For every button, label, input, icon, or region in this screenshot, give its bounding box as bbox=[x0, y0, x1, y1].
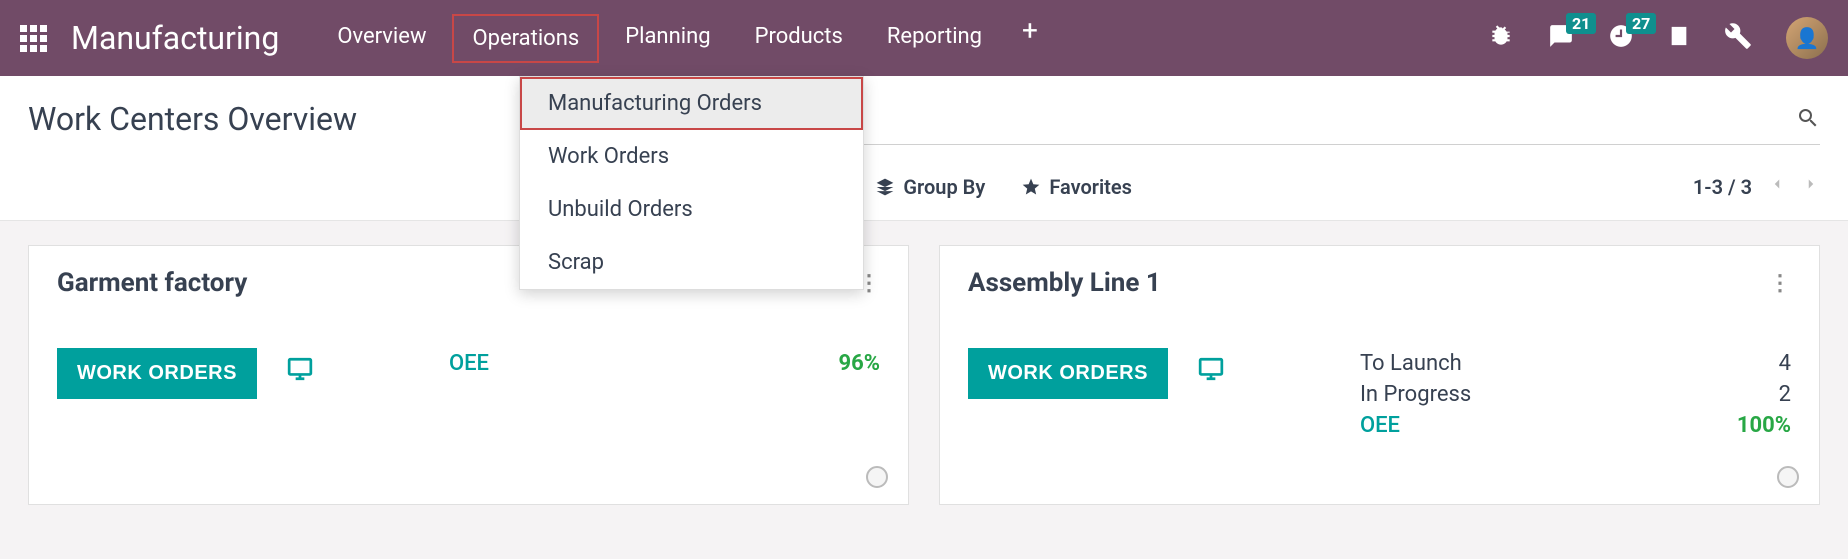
pager: 1-3 / 3 bbox=[1693, 173, 1820, 200]
operations-dropdown: Manufacturing Orders Work Orders Unbuild… bbox=[519, 76, 864, 290]
nav-operations[interactable]: Operations bbox=[452, 14, 599, 63]
top-navbar: Manufacturing Overview Operations Planni… bbox=[0, 0, 1848, 76]
dropdown-unbuild-orders[interactable]: Unbuild Orders bbox=[520, 183, 863, 236]
dropdown-work-orders[interactable]: Work Orders bbox=[520, 130, 863, 183]
stat-value: 4 bbox=[1779, 351, 1791, 376]
messages-icon[interactable]: 21 bbox=[1548, 23, 1574, 53]
pager-prev[interactable] bbox=[1768, 173, 1786, 200]
dropdown-scrap[interactable]: Scrap bbox=[520, 236, 863, 289]
pager-next[interactable] bbox=[1802, 173, 1820, 200]
filter-row: Filters Group By Favorites 1-3 / 3 bbox=[757, 173, 1820, 200]
search-box bbox=[757, 100, 1820, 145]
card-menu-icon[interactable]: ⋮ bbox=[1769, 271, 1791, 296]
building-icon[interactable] bbox=[1668, 23, 1690, 53]
groupby-button[interactable]: Group By bbox=[875, 175, 985, 199]
workcenter-card: Assembly Line 1 ⋮ WORK ORDERS To Launch … bbox=[939, 245, 1820, 505]
control-panel: Work Centers Overview Manufacturing Orde… bbox=[0, 76, 1848, 220]
card-title: Garment factory bbox=[57, 268, 247, 298]
work-orders-button[interactable]: WORK ORDERS bbox=[57, 348, 257, 399]
stat-label: In Progress bbox=[1360, 382, 1471, 407]
dropdown-manufacturing-orders[interactable]: Manufacturing Orders bbox=[520, 77, 863, 130]
nav-products[interactable]: Products bbox=[737, 14, 861, 63]
favorites-label: Favorites bbox=[1049, 175, 1132, 199]
tools-icon[interactable] bbox=[1724, 22, 1752, 54]
groupby-label: Group By bbox=[903, 175, 985, 199]
user-avatar[interactable]: 👤 bbox=[1786, 17, 1828, 59]
kanban-area: Garment factory ⋮ WORK ORDERS OEE 96% As… bbox=[0, 220, 1848, 529]
search-icon[interactable] bbox=[1796, 106, 1820, 134]
card-title: Assembly Line 1 bbox=[968, 268, 1161, 298]
monitor-icon[interactable] bbox=[285, 356, 315, 386]
stat-value: 2 bbox=[1779, 382, 1791, 407]
nav-overview[interactable]: Overview bbox=[319, 14, 444, 63]
bug-icon[interactable] bbox=[1488, 23, 1514, 53]
nav-add-button[interactable]: + bbox=[1008, 14, 1052, 63]
topbar-right-icons: 21 27 👤 bbox=[1488, 17, 1828, 59]
card-stats: OEE 96% bbox=[449, 348, 880, 379]
oee-value: 96% bbox=[838, 351, 880, 376]
search-input[interactable] bbox=[757, 107, 1796, 133]
status-dot[interactable] bbox=[1777, 466, 1799, 488]
apps-icon[interactable] bbox=[20, 25, 47, 52]
card-stats: To Launch 4 In Progress 2 OEE 100% bbox=[1360, 348, 1791, 441]
favorites-button[interactable]: Favorites bbox=[1021, 175, 1132, 199]
work-orders-button[interactable]: WORK ORDERS bbox=[968, 348, 1168, 399]
app-name[interactable]: Manufacturing bbox=[71, 19, 279, 57]
nav-links: Overview Operations Planning Products Re… bbox=[319, 14, 1052, 63]
oee-value: 100% bbox=[1737, 413, 1791, 438]
page-title: Work Centers Overview bbox=[28, 100, 357, 138]
monitor-icon[interactable] bbox=[1196, 356, 1226, 386]
pager-text: 1-3 / 3 bbox=[1693, 175, 1752, 199]
activities-badge: 27 bbox=[1626, 13, 1656, 34]
oee-label: OEE bbox=[1360, 413, 1400, 438]
nav-planning[interactable]: Planning bbox=[607, 14, 728, 63]
oee-label: OEE bbox=[449, 351, 489, 376]
messages-badge: 21 bbox=[1566, 13, 1596, 34]
status-dot[interactable] bbox=[866, 466, 888, 488]
activities-icon[interactable]: 27 bbox=[1608, 23, 1634, 53]
nav-reporting[interactable]: Reporting bbox=[869, 14, 1000, 63]
stat-label: To Launch bbox=[1360, 351, 1462, 376]
